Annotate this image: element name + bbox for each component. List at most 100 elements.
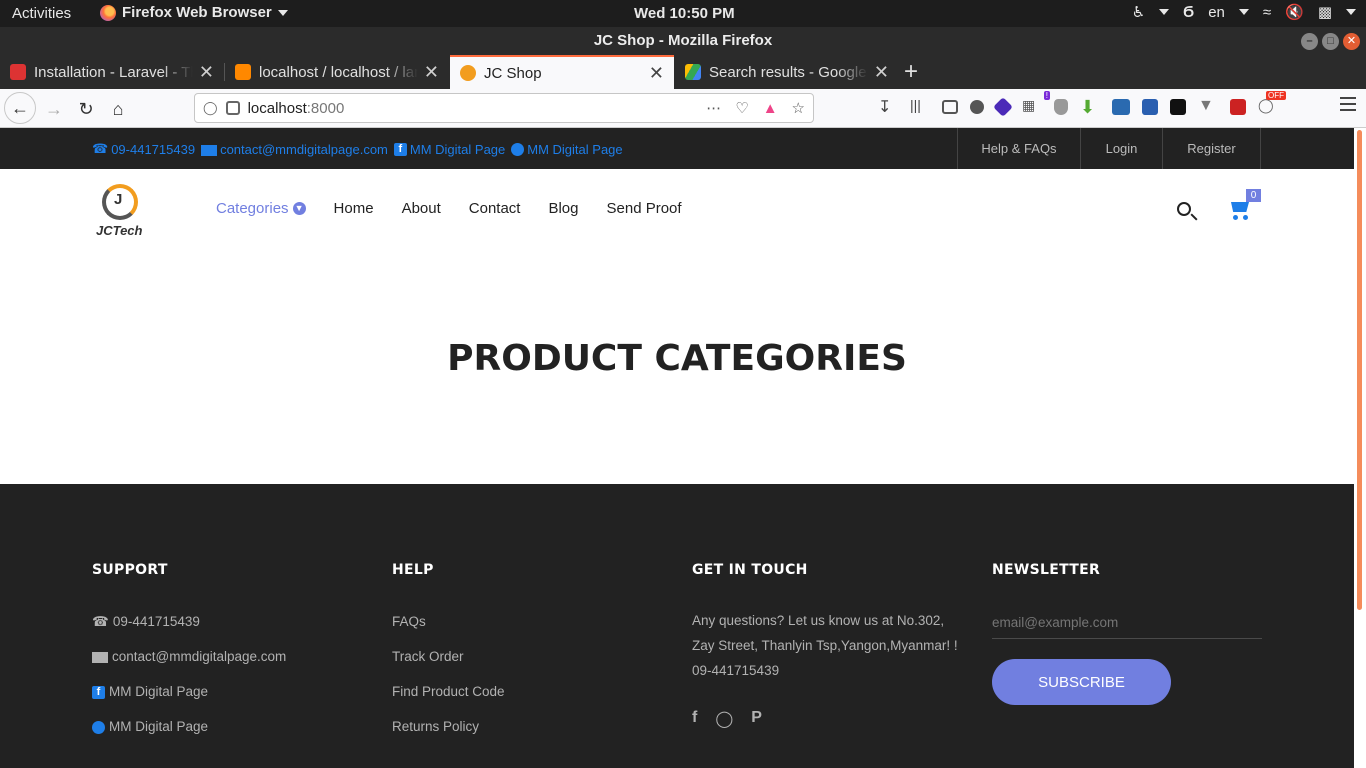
menu-item-send-proof[interactable]: Send Proof [607, 200, 682, 217]
logo-letter: J [114, 191, 123, 208]
back-button[interactable]: ← [4, 92, 36, 124]
topbar-phone[interactable]: ☎ 09-441715439 [92, 141, 195, 157]
extension-v-icon[interactable]: ▼ [1198, 97, 1218, 117]
extension-grid-icon[interactable]: ▦! [1022, 91, 1050, 117]
language-indicator[interactable]: en [1208, 4, 1225, 21]
login-link[interactable]: Login [1080, 128, 1162, 169]
reload-button[interactable]: ↻ [72, 95, 100, 123]
menu-item-contact[interactable]: Contact [469, 200, 521, 217]
help-faqs-link[interactable]: Help & FAQs [957, 128, 1080, 169]
facebook-icon[interactable]: f [692, 709, 697, 729]
jc-shop-favicon-icon [460, 65, 476, 81]
menu-item-blog[interactable]: Blog [548, 200, 578, 217]
cart-icon[interactable]: 0 [1229, 189, 1261, 220]
chevron-down-icon [1238, 9, 1249, 15]
extension-black-icon[interactable] [1170, 99, 1186, 115]
footer-link-track-order[interactable]: Track Order [392, 649, 505, 684]
shield-icon[interactable]: ◯ [203, 100, 218, 116]
extension-download-green-icon[interactable]: ⬇ [1080, 97, 1100, 117]
hamburger-menu-icon[interactable] [1340, 97, 1356, 111]
topbar-messenger[interactable]: MM Digital Page [511, 141, 623, 157]
footer-newsletter-heading: NEWSLETTER [992, 562, 1101, 578]
menu-item-about[interactable]: About [402, 200, 441, 217]
pinterest-icon[interactable]: P [751, 709, 762, 729]
extension-shield-icon[interactable] [1054, 99, 1068, 115]
menu-item-home[interactable]: Home [334, 200, 374, 217]
scrollbar-thumb[interactable] [1357, 130, 1362, 610]
new-tab-button[interactable]: + [904, 58, 918, 86]
footer-messenger-text: MM Digital Page [109, 719, 209, 734]
footer-phone-text: 09-441715439 [112, 614, 200, 629]
subscribe-button[interactable]: SUBSCRIBE [992, 659, 1171, 705]
bookmark-star-icon[interactable]: ☆ [792, 99, 805, 117]
footer-email[interactable]: contact@mmdigitalpage.com [92, 649, 286, 684]
maximize-button[interactable]: □ [1322, 33, 1339, 50]
library-icon[interactable]: ||| [910, 97, 930, 117]
close-tab-icon[interactable]: ✕ [643, 63, 664, 84]
forward-button[interactable]: → [40, 95, 68, 123]
tab-title: JC Shop [484, 64, 542, 82]
topbar-facebook[interactable]: f MM Digital Page [393, 142, 505, 157]
extension-blue-icon[interactable] [1112, 99, 1130, 115]
accessibility-icon[interactable]: ♿ [1132, 3, 1145, 21]
footer-facebook-text: MM Digital Page [109, 684, 209, 699]
clock[interactable]: Wed 10:50 PM [634, 5, 735, 22]
menu-item-label: Categories [216, 200, 289, 217]
page-info-icon[interactable] [225, 101, 240, 115]
extension-icon[interactable]: ▲ [763, 100, 778, 117]
tab-laravel[interactable]: Installation - Laravel - The PHP Framewo… [0, 55, 224, 89]
extension-save-icon[interactable] [1142, 99, 1158, 115]
extension-purple-icon[interactable] [993, 97, 1013, 117]
tab-phpmyadmin[interactable]: localhost / localhost / laravel ✕ [225, 55, 449, 89]
footer-link-faqs[interactable]: FAQs [392, 614, 505, 649]
footer-support-heading: SUPPORT [92, 562, 168, 578]
instagram-icon[interactable]: ◯ [715, 709, 733, 729]
footer-contact-heading: GET IN TOUCH [692, 562, 808, 578]
close-tab-icon[interactable]: ✕ [418, 62, 439, 83]
app-indicator-icon[interactable]: Ϭ [1183, 4, 1194, 21]
close-window-button[interactable]: ✕ [1343, 33, 1360, 50]
site-logo[interactable]: J JCTech [96, 184, 148, 240]
tab-google-drive[interactable]: Search results - Google Drive ✕ [675, 55, 899, 89]
extension-off-icon[interactable]: ◯ OFF [1258, 91, 1286, 117]
topbar-email[interactable]: contact@mmdigitalpage.com [201, 142, 388, 157]
close-tab-icon[interactable]: ✕ [193, 62, 214, 83]
battery-icon[interactable]: ▩ [1318, 3, 1332, 21]
tab-title: Search results - Google Drive [709, 63, 868, 81]
page-scrollbar[interactable] [1354, 128, 1366, 768]
account-icon[interactable] [970, 100, 984, 114]
cart-count-badge: 0 [1246, 189, 1261, 202]
activities-button[interactable]: Activities [12, 5, 71, 22]
chevron-down-icon [277, 9, 288, 16]
site-header: J JCTech Categories ▼ Home About Contact… [0, 169, 1354, 254]
home-button[interactable]: ⌂ [104, 95, 132, 123]
wifi-icon[interactable]: ≈ [1263, 4, 1271, 21]
register-link[interactable]: Register [1162, 128, 1261, 169]
topbar-messenger-text: MM Digital Page [527, 141, 623, 157]
download-icon[interactable]: ↧ [878, 97, 898, 117]
volume-muted-icon[interactable]: 🔇 [1285, 3, 1304, 21]
chevron-down-icon [1346, 9, 1356, 15]
tab-jc-shop[interactable]: JC Shop ✕ [450, 55, 674, 89]
footer-link-returns-policy[interactable]: Returns Policy [392, 719, 505, 754]
google-drive-favicon-icon [685, 64, 701, 80]
menu-item-categories[interactable]: Categories ▼ [216, 200, 306, 217]
close-tab-icon[interactable]: ✕ [868, 62, 889, 83]
extension-red-icon[interactable] [1230, 99, 1246, 115]
footer-messenger[interactable]: MM Digital Page [92, 719, 286, 754]
app-menu[interactable]: Firefox Web Browser [100, 4, 288, 21]
sidebar-icon[interactable] [942, 100, 958, 114]
minimize-button[interactable]: – [1301, 33, 1318, 50]
url-bar[interactable]: ◯ localhost :8000 ⋯ ♡ ▲ ☆ [194, 93, 814, 123]
footer-link-find-product-code[interactable]: Find Product Code [392, 684, 505, 719]
pocket-icon[interactable]: ♡ [735, 99, 748, 117]
newsletter-email-input[interactable] [992, 615, 1262, 639]
topbar-email-text: contact@mmdigitalpage.com [220, 141, 388, 157]
system-tray[interactable]: ♿ Ϭ en ≈ 🔇 ▩ [1132, 3, 1356, 21]
window-title: JC Shop - Mozilla Firefox [593, 32, 773, 49]
footer-get-in-touch: GET IN TOUCH Any questions? Let us know … [692, 562, 962, 729]
footer-facebook[interactable]: f MM Digital Page [92, 684, 286, 719]
footer-phone[interactable]: ☎ 09-441715439 [92, 614, 286, 649]
page-actions-icon[interactable]: ⋯ [706, 99, 721, 117]
search-icon[interactable] [1177, 202, 1191, 216]
